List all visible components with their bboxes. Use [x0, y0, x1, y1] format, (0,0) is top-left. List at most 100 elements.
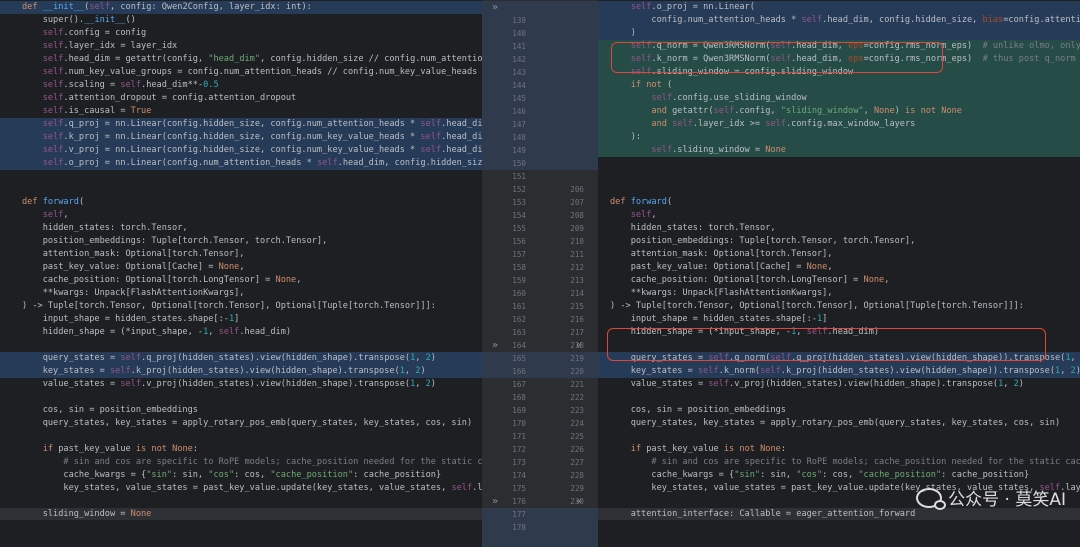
- right-code-line[interactable]: [598, 430, 1080, 443]
- right-code-line[interactable]: query_states, key_states = apply_rotary_…: [598, 417, 1080, 430]
- right-code-line[interactable]: and self.layer_idx >= self.config.max_wi…: [598, 118, 1080, 131]
- code-text: input_shape = hidden_states.shape[:-1]: [610, 314, 828, 324]
- right-code-line[interactable]: **kwargs: Unpack[FlashAttentionKwargs],: [598, 287, 1080, 300]
- code-text: self.num_key_value_groups = config.num_a…: [42, 67, 478, 77]
- left-code-line[interactable]: ) -> Tuple[torch.Tensor, Optional[torch.…: [0, 300, 482, 313]
- right-code-line[interactable]: past_key_value: Optional[Cache] = None,: [598, 261, 1080, 274]
- apply-change-right-icon[interactable]: »: [492, 1, 498, 14]
- left-code-line[interactable]: self.o_proj = nn.Linear(config.num_atten…: [0, 157, 482, 170]
- left-code-line[interactable]: [0, 430, 482, 443]
- code-text: and getattr(self.config, "sliding_window…: [651, 106, 962, 116]
- left-code-line[interactable]: def forward(: [0, 196, 482, 209]
- left-code-line[interactable]: past_key_value: Optional[Cache] = None,: [0, 261, 482, 274]
- right-code-line[interactable]: hidden_states: torch.Tensor,: [598, 222, 1080, 235]
- left-code-line[interactable]: value_states = self.v_proj(hidden_states…: [0, 378, 482, 391]
- left-code-line[interactable]: [0, 391, 482, 404]
- left-code-line[interactable]: hidden_states: torch.Tensor,: [0, 222, 482, 235]
- left-line-number: 146: [512, 107, 526, 116]
- left-code-line[interactable]: self.v_proj = nn.Linear(config.hidden_si…: [0, 144, 482, 157]
- left-code-line[interactable]: self.k_proj = nn.Linear(config.hidden_si…: [0, 131, 482, 144]
- right-code-line[interactable]: ):: [598, 131, 1080, 144]
- left-code-line[interactable]: key_states, value_states = past_key_valu…: [0, 482, 482, 495]
- left-code-line[interactable]: query_states = self.q_proj(hidden_states…: [0, 352, 482, 365]
- left-line-number: 155: [512, 224, 526, 233]
- right-code-line[interactable]: value_states = self.v_proj(hidden_states…: [598, 378, 1080, 391]
- left-code-line[interactable]: hidden_shape = (*input_shape, -1, self.h…: [0, 326, 482, 339]
- left-line-number: 143: [512, 68, 526, 77]
- right-line-number: 207: [570, 198, 584, 207]
- left-code-line[interactable]: cache_position: Optional[torch.LongTenso…: [0, 274, 482, 287]
- right-code-line[interactable]: [598, 183, 1080, 196]
- left-code-line[interactable]: input_shape = hidden_states.shape[:-1]: [0, 313, 482, 326]
- left-line-number: 160: [512, 289, 526, 298]
- right-code-line[interactable]: attention_mask: Optional[torch.Tensor],: [598, 248, 1080, 261]
- left-code-line[interactable]: self.q_proj = nn.Linear(config.hidden_si…: [0, 118, 482, 131]
- left-code-line[interactable]: self.num_key_value_groups = config.num_a…: [0, 66, 482, 79]
- left-line-number: 158: [512, 263, 526, 272]
- apply-change-right-icon[interactable]: »: [492, 495, 498, 508]
- right-code-line[interactable]: config.num_attention_heads * self.head_d…: [598, 14, 1080, 27]
- right-code-line[interactable]: def forward(: [598, 196, 1080, 209]
- left-code-pane[interactable]: def __init__(self, config: Qwen2Config, …: [0, 0, 482, 520]
- left-code-line[interactable]: [0, 339, 482, 352]
- right-code-line[interactable]: and getattr(self.config, "sliding_window…: [598, 105, 1080, 118]
- left-code-line[interactable]: self.layer_idx = layer_idx: [0, 40, 482, 53]
- right-code-line[interactable]: if not (: [598, 79, 1080, 92]
- right-code-line[interactable]: [598, 170, 1080, 183]
- left-code-line[interactable]: # sin and cos are specific to RoPE model…: [0, 456, 482, 469]
- left-code-line[interactable]: [0, 495, 482, 508]
- right-code-line[interactable]: self,: [598, 209, 1080, 222]
- left-code-line[interactable]: key_states = self.k_proj(hidden_states).…: [0, 365, 482, 378]
- left-code-line[interactable]: self.scaling = self.head_dim**-0.5: [0, 79, 482, 92]
- left-code-line[interactable]: [0, 170, 482, 183]
- left-code-line[interactable]: sliding_window = None: [0, 508, 482, 520]
- code-text: position_embeddings: Tuple[torch.Tensor,…: [610, 236, 916, 246]
- right-code-line[interactable]: position_embeddings: Tuple[torch.Tensor,…: [598, 235, 1080, 248]
- code-text: cos, sin = position_embeddings: [610, 405, 786, 415]
- left-code-line[interactable]: [0, 183, 482, 196]
- left-code-line[interactable]: self.head_dim = getattr(config, "head_di…: [0, 53, 482, 66]
- code-text: **kwargs: Unpack[FlashAttentionKwargs],: [22, 288, 245, 298]
- right-code-line[interactable]: self.config.use_sliding_window: [598, 92, 1080, 105]
- code-text: self,: [630, 210, 657, 220]
- right-code-line[interactable]: [598, 391, 1080, 404]
- left-code-line[interactable]: if past_key_value is not None:: [0, 443, 482, 456]
- apply-change-left-icon[interactable]: «: [576, 339, 582, 352]
- left-code-line[interactable]: **kwargs: Unpack[FlashAttentionKwargs],: [0, 287, 482, 300]
- right-code-line[interactable]: input_shape = hidden_states.shape[:-1]: [598, 313, 1080, 326]
- right-code-line[interactable]: ) -> Tuple[torch.Tensor, Optional[torch.…: [598, 300, 1080, 313]
- left-code-line[interactable]: position_embeddings: Tuple[torch.Tensor,…: [0, 235, 482, 248]
- code-text: hidden_states: torch.Tensor,: [22, 223, 188, 233]
- left-line-number: 174: [512, 471, 526, 480]
- left-code-line[interactable]: def __init__(self, config: Qwen2Config, …: [0, 1, 482, 14]
- right-code-line[interactable]: self.o_proj = nn.Linear(: [598, 1, 1080, 14]
- apply-change-right-icon[interactable]: »: [492, 339, 498, 352]
- right-line-number: 222: [570, 393, 584, 402]
- left-code-line[interactable]: self.config = config: [0, 27, 482, 40]
- right-code-line[interactable]: if past_key_value is not None:: [598, 443, 1080, 456]
- code-text: def forward(: [22, 197, 85, 207]
- left-code-line[interactable]: self.is_causal = True: [0, 105, 482, 118]
- apply-change-left-icon[interactable]: «: [576, 495, 582, 508]
- left-code-line[interactable]: super().__init__(): [0, 14, 482, 27]
- right-code-line[interactable]: [598, 157, 1080, 170]
- left-code-line[interactable]: query_states, key_states = apply_rotary_…: [0, 417, 482, 430]
- right-code-line[interactable]: key_states = self.k_norm(self.k_proj(hid…: [598, 365, 1080, 378]
- left-code-line[interactable]: attention_mask: Optional[torch.Tensor],: [0, 248, 482, 261]
- left-code-line[interactable]: self,: [0, 209, 482, 222]
- right-code-pane[interactable]: self.o_proj = nn.Linear( config.num_atte…: [598, 0, 1080, 520]
- left-line-number: 166: [512, 367, 526, 376]
- left-line-number: 168: [512, 393, 526, 402]
- right-code-line[interactable]: cache_position: Optional[torch.LongTenso…: [598, 274, 1080, 287]
- left-code-line[interactable]: cache_kwargs = {"sin": sin, "cos": cos, …: [0, 469, 482, 482]
- code-text: self.o_proj = nn.Linear(config.num_atten…: [42, 158, 482, 168]
- left-code-line[interactable]: cos, sin = position_embeddings: [0, 404, 482, 417]
- right-code-line[interactable]: # sin and cos are specific to RoPE model…: [598, 456, 1080, 469]
- right-line-number: 211: [570, 250, 584, 259]
- right-code-line[interactable]: cache_kwargs = {"sin": sin, "cos": cos, …: [598, 469, 1080, 482]
- left-code-line[interactable]: self.attention_dropout = config.attentio…: [0, 92, 482, 105]
- right-code-line[interactable]: ): [598, 27, 1080, 40]
- right-code-line[interactable]: cos, sin = position_embeddings: [598, 404, 1080, 417]
- right-line-number: 213: [570, 276, 584, 285]
- right-code-line[interactable]: self.sliding_window = None: [598, 144, 1080, 157]
